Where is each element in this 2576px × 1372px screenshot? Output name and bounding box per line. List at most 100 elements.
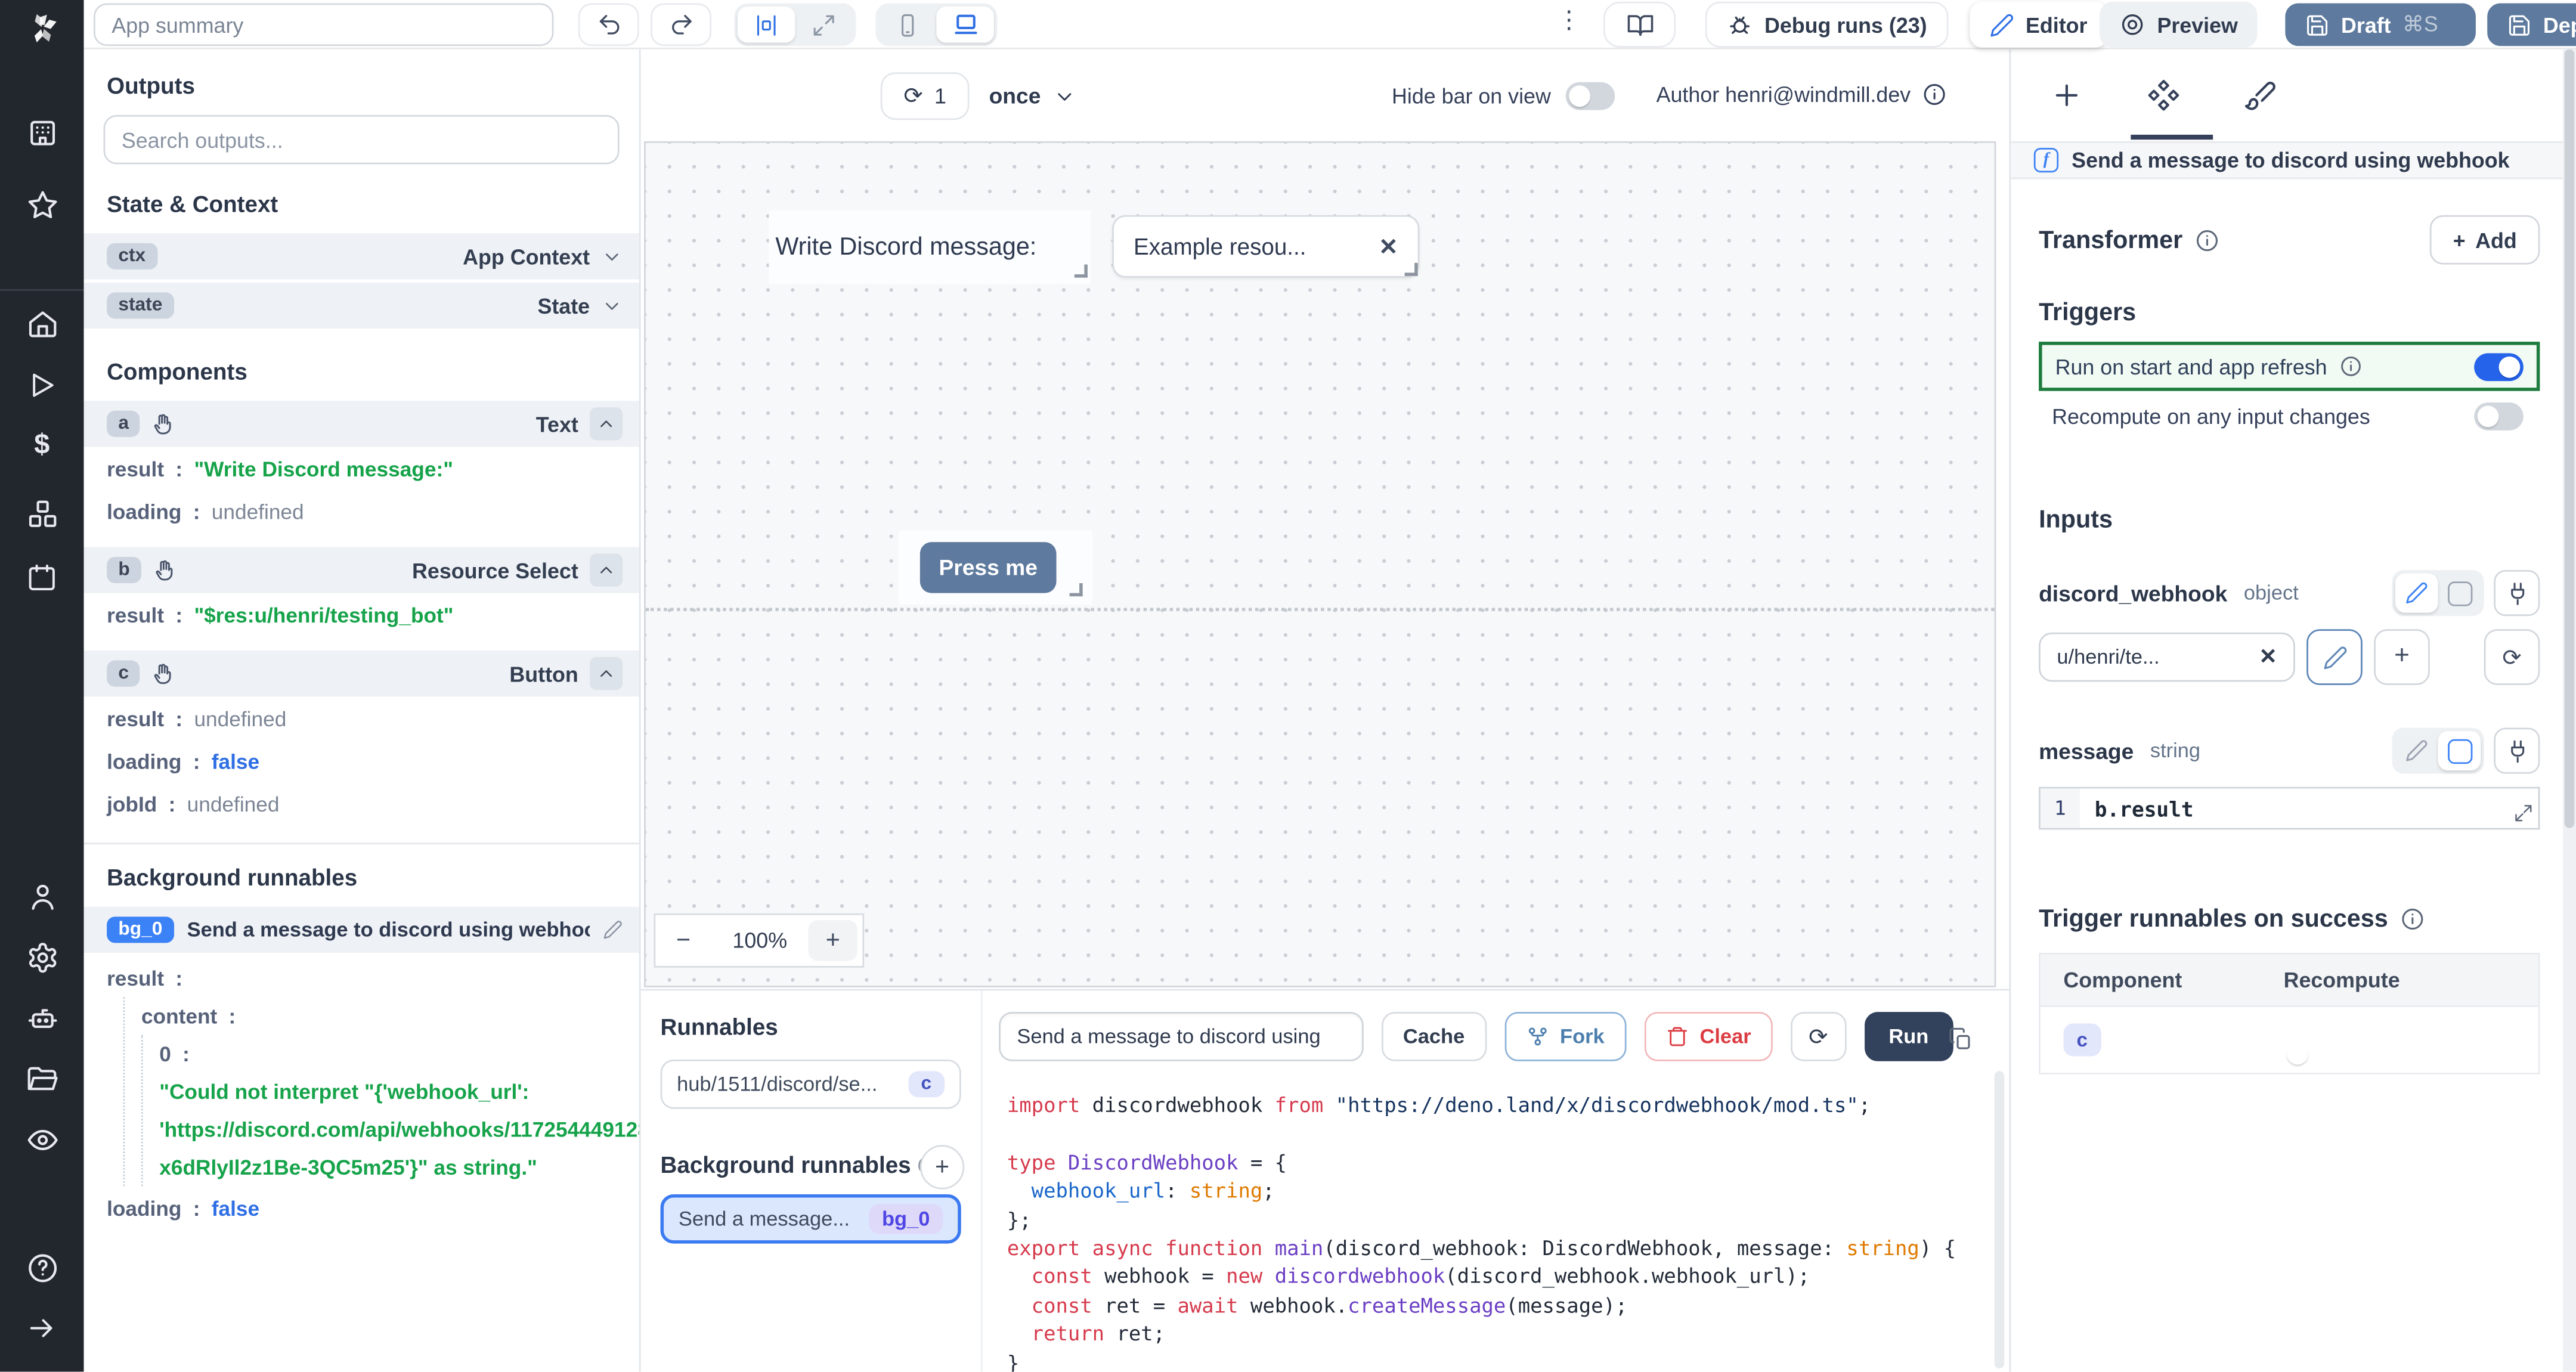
press-me-label: Press me	[939, 555, 1038, 580]
fork-button[interactable]: Fork	[1504, 1012, 1626, 1061]
canvas-text-component[interactable]: Write Discord message:	[769, 210, 1091, 284]
connect-plug-icon[interactable]	[2494, 570, 2540, 617]
resize-handle[interactable]	[1074, 264, 1088, 278]
resize-handle[interactable]	[1069, 583, 1083, 597]
eval-mode-fn-icon[interactable]	[2438, 574, 2481, 613]
script-title-input[interactable]: Send a message to discord using	[999, 1012, 1364, 1061]
static-mode-pencil-icon[interactable]	[2395, 731, 2438, 770]
hand-pointer-icon	[152, 413, 175, 436]
component-c-badge[interactable]: c	[2063, 1023, 2101, 1057]
state-type-label: State	[537, 293, 590, 318]
app-canvas[interactable]: Write Discord message: Example resou... …	[643, 141, 1996, 987]
deploy-button[interactable]: Deploy	[2487, 3, 2576, 47]
canvas-resource-select[interactable]: Example resou... ✕	[1112, 215, 1420, 278]
recompute-toggle[interactable]	[2474, 401, 2524, 430]
clear-button[interactable]: Clear	[1643, 1012, 1773, 1061]
tab-styling-icon[interactable]	[2244, 79, 2277, 112]
tab-preview[interactable]: Preview	[2100, 1, 2258, 48]
resize-handle[interactable]	[1404, 262, 1418, 276]
pencil-icon[interactable]	[603, 920, 623, 940]
background-runnable-item-selected[interactable]: Send a message... bg_0	[660, 1194, 961, 1244]
eval-mode-fn-icon[interactable]	[2438, 731, 2481, 771]
rail-expand-icon[interactable]	[0, 1303, 84, 1352]
rail-users-icon[interactable]	[0, 872, 84, 922]
info-icon[interactable]	[2399, 907, 2424, 931]
refresh-count-button[interactable]: ⟳ 1	[880, 72, 970, 120]
rail-favorites-icon[interactable]	[0, 181, 84, 230]
run-on-start-label: Run on start and app refresh	[2055, 354, 2327, 379]
canvas-press-me-button[interactable]: Press me	[919, 542, 1057, 593]
edit-resource-pencil-icon[interactable]	[2306, 629, 2363, 685]
more-menu-icon[interactable]: ⋮	[1556, 5, 1582, 35]
message-expression-editor[interactable]: 1 b.result	[2039, 786, 2540, 830]
hide-bar-toggle[interactable]	[1565, 82, 1615, 110]
expand-editor-icon[interactable]	[2513, 803, 2533, 823]
add-resource-button[interactable]: +	[2374, 629, 2430, 685]
kv-key: result	[107, 706, 165, 732]
panel-scrollbar[interactable]	[2562, 49, 2576, 1372]
info-icon[interactable]	[2194, 228, 2219, 252]
add-background-runnable-button[interactable]: +	[919, 1145, 965, 1190]
add-transformer-button[interactable]: + Add	[2430, 215, 2540, 265]
center-align-icon[interactable]	[738, 7, 795, 43]
rail-schedules-icon[interactable]	[0, 552, 84, 602]
clear-resource-icon[interactable]: ✕	[2259, 644, 2277, 670]
background-runnable-row-bg0[interactable]: bg_0 Send a message to discord using web…	[83, 906, 639, 953]
rail-settings-icon[interactable]	[0, 933, 84, 983]
tab-insert-icon[interactable]	[2050, 79, 2083, 112]
chevron-down-icon[interactable]	[601, 246, 623, 267]
rail-help-icon[interactable]	[0, 1244, 84, 1293]
draft-button[interactable]: Draft ⌘S	[2285, 3, 2476, 47]
schedule-dropdown[interactable]: once	[989, 72, 1076, 120]
component-row-a[interactable]: a Text	[83, 401, 639, 447]
chevron-up-icon[interactable]	[590, 407, 623, 441]
copy-code-icon[interactable]	[1949, 1027, 1973, 1051]
selected-runnable-title: Send a message to discord using webhook	[2072, 147, 2510, 173]
code-editor[interactable]: import discordwebhook from "https://deno…	[983, 1071, 1993, 1372]
tab-components-icon[interactable]	[2145, 77, 2182, 113]
code-scrollbar[interactable]	[1994, 1071, 2005, 1368]
canvas-button-cell[interactable]: Press me	[899, 530, 1093, 605]
zoom-out-button[interactable]: −	[655, 927, 711, 955]
tab-editor[interactable]: Editor	[1970, 1, 2107, 48]
rail-workers-icon[interactable]	[0, 994, 84, 1043]
kv-key: result	[107, 456, 165, 482]
refresh-resource-button[interactable]: ⟳	[2484, 629, 2540, 685]
mobile-view-icon[interactable]	[879, 7, 936, 43]
rail-runs-icon[interactable]	[0, 360, 84, 409]
undo-button[interactable]	[578, 3, 639, 47]
static-mode-pencil-icon[interactable]	[2395, 573, 2438, 613]
refresh-script-button[interactable]: ⟳	[1790, 1012, 1846, 1061]
chevron-up-icon[interactable]	[590, 657, 623, 690]
redo-button[interactable]	[651, 3, 711, 47]
chevron-up-icon[interactable]	[590, 553, 623, 587]
clear-selection-icon[interactable]: ✕	[1379, 233, 1398, 261]
fullscreen-icon[interactable]	[795, 7, 852, 43]
info-icon[interactable]	[2339, 355, 2362, 378]
rail-apps-icon[interactable]	[0, 109, 84, 158]
docs-button[interactable]	[1603, 1, 1676, 48]
rail-variables-icon[interactable]: $	[0, 420, 84, 470]
component-row-c[interactable]: c Button	[83, 651, 639, 697]
info-icon[interactable]	[1922, 82, 1946, 107]
rail-folders-icon[interactable]	[0, 1055, 84, 1104]
debug-runs-button[interactable]: Debug runs (23)	[1705, 1, 1949, 48]
rail-home-icon[interactable]	[0, 299, 84, 348]
search-outputs-input[interactable]: Search outputs...	[103, 114, 620, 165]
cache-button[interactable]: Cache	[1382, 1012, 1487, 1061]
connect-plug-icon[interactable]	[2494, 727, 2540, 774]
app-summary-input[interactable]: App summary	[94, 3, 554, 47]
output-row-state[interactable]: state State	[83, 282, 639, 329]
run-on-start-toggle[interactable]	[2474, 352, 2524, 380]
rail-resources-icon[interactable]	[0, 490, 84, 539]
desktop-view-icon[interactable]	[936, 7, 994, 43]
component-row-b[interactable]: b Resource Select	[83, 547, 639, 593]
rail-audit-icon[interactable]	[0, 1116, 84, 1165]
zoom-in-button[interactable]: +	[808, 919, 858, 961]
run-button[interactable]: Run	[1864, 1012, 1953, 1061]
output-row-ctx[interactable]: ctx App Context	[83, 233, 639, 280]
divider	[83, 843, 639, 845]
runnable-item[interactable]: hub/1511/discord/se... c	[660, 1060, 961, 1109]
chevron-down-icon[interactable]	[601, 295, 623, 317]
resource-value-input[interactable]: u/henri/te... ✕	[2039, 632, 2295, 682]
